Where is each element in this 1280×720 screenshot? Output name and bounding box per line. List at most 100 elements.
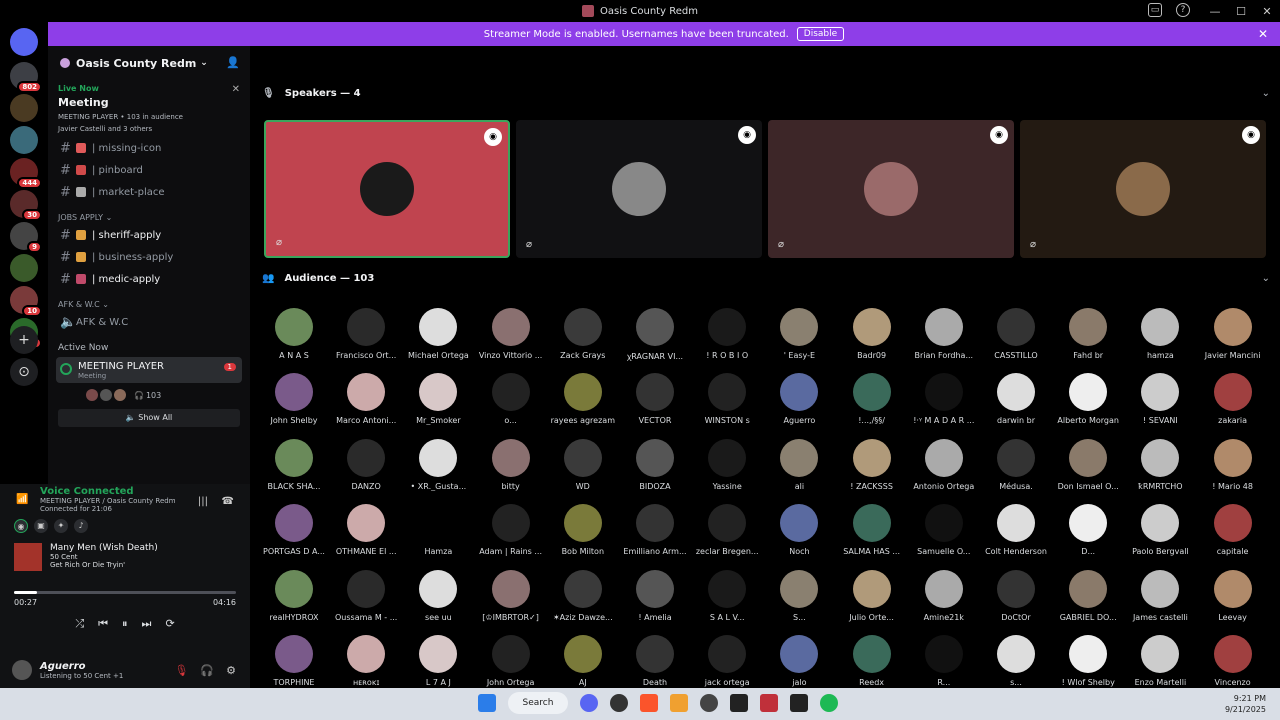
camera-icon[interactable]: ◉ bbox=[1242, 126, 1260, 144]
server-icon[interactable]: 9 bbox=[10, 222, 42, 253]
audience-member[interactable]: Brian Fordha... bbox=[908, 308, 980, 360]
channel-item[interactable]: # | medic-apply bbox=[48, 268, 250, 290]
audience-member[interactable]: ✶Aziz Dawze... bbox=[547, 569, 619, 622]
system-clock[interactable]: 9:21 PM 9/21/2025 bbox=[1225, 693, 1266, 715]
audience-member[interactable]: Michael Ortega bbox=[402, 308, 474, 360]
close-icon[interactable]: ✕ bbox=[232, 84, 240, 95]
audience-member[interactable]: R... bbox=[908, 635, 980, 687]
speaker-tile[interactable]: ◉ ⌀ bbox=[264, 120, 510, 258]
audience-member[interactable]: Fahd br bbox=[1052, 308, 1124, 360]
audience-member[interactable]: Julio Orte... bbox=[836, 569, 908, 622]
app-taskbar-icon[interactable] bbox=[790, 694, 808, 712]
app-taskbar-icon[interactable] bbox=[670, 694, 688, 712]
camera-icon[interactable]: ◉ bbox=[990, 126, 1008, 144]
audience-member[interactable]: • XR._Gusta... bbox=[402, 438, 474, 491]
camera-icon[interactable]: ◉ bbox=[738, 126, 756, 144]
audience-member[interactable]: PORTGAS D A... bbox=[258, 504, 330, 556]
audience-member[interactable]: ! Wlof Shelby bbox=[1052, 635, 1124, 687]
audience-member[interactable]: John Shelby bbox=[258, 373, 330, 425]
audience-member[interactable]: VECTOR bbox=[619, 373, 691, 425]
audience-member[interactable]: Emilliano Arm... bbox=[619, 504, 691, 556]
audience-member[interactable]: Colt Henderson bbox=[980, 504, 1052, 556]
discover-icon[interactable]: ⊙ bbox=[10, 358, 38, 386]
category-jobs-apply[interactable]: JOBS APPLY ⌄ bbox=[48, 203, 250, 224]
audience-member[interactable]: rayees agrezam bbox=[547, 373, 619, 425]
mute-mic-icon[interactable]: 🎙 bbox=[174, 664, 188, 677]
disconnect-icon[interactable]: ☎ bbox=[222, 496, 234, 507]
headphones-icon[interactable]: 🎧 bbox=[200, 664, 214, 677]
audience-member[interactable]: Vinzo Vittorio ... bbox=[475, 308, 547, 360]
audience-member[interactable]: AJ bbox=[547, 635, 619, 687]
audience-member[interactable]: ali bbox=[763, 438, 835, 491]
next-icon[interactable]: ⏭ bbox=[142, 617, 152, 631]
audience-member[interactable]: ʜᴇʀᴏᴋɪ bbox=[330, 635, 402, 687]
app-taskbar-icon[interactable] bbox=[760, 694, 778, 712]
chevron-down-icon[interactable]: ⌄ bbox=[1262, 88, 1270, 99]
audience-member[interactable]: ꭓRAGNAR VI... bbox=[619, 308, 691, 362]
audience-member[interactable]: TORPHINE bbox=[258, 635, 330, 687]
gear-icon[interactable]: ⚙ bbox=[226, 664, 236, 677]
server-icon[interactable] bbox=[10, 254, 38, 282]
audience-member[interactable]: DoCtOr bbox=[980, 569, 1052, 622]
audience-member[interactable]: Vincenzo bbox=[1197, 635, 1269, 687]
server-icon[interactable] bbox=[10, 94, 38, 122]
audience-member[interactable]: [♔IMBRTOR✓] bbox=[475, 569, 547, 622]
channel-item[interactable]: # | missing-icon bbox=[48, 137, 250, 159]
channel-item[interactable]: # | market-place bbox=[48, 181, 250, 203]
audience-member[interactable]: Samuelle O... bbox=[908, 504, 980, 556]
audience-member[interactable]: Paolo Bergvall bbox=[1124, 504, 1196, 556]
chevron-down-icon[interactable]: ⌄ bbox=[1262, 273, 1270, 284]
audience-member[interactable]: GABRIEL DO... bbox=[1052, 569, 1124, 622]
speaker-tile[interactable]: ◉ ⌀ bbox=[516, 120, 762, 258]
audience-member[interactable]: SALMA HAS ... bbox=[836, 504, 908, 556]
audience-member[interactable]: Oussama M - ... bbox=[330, 569, 402, 622]
audience-member[interactable]: Javier Mancini bbox=[1197, 308, 1269, 360]
speaker-tile[interactable]: ◉ ⌀ bbox=[768, 120, 1014, 258]
maximize-button[interactable]: ☐ bbox=[1228, 5, 1254, 18]
audience-member[interactable]: ! Mario 48 bbox=[1197, 438, 1269, 491]
channel-item[interactable]: # | sheriff-apply bbox=[48, 224, 250, 246]
audience-member[interactable]: Alberto Morgan bbox=[1052, 373, 1124, 425]
audience-member[interactable]: s... bbox=[980, 635, 1052, 687]
show-all-button[interactable]: 🔈 Show All bbox=[58, 409, 240, 427]
audience-member[interactable]: o... bbox=[475, 373, 547, 425]
track-progress[interactable] bbox=[14, 591, 236, 594]
audience-member[interactable]: Enzo Martelli bbox=[1124, 635, 1196, 687]
guild-header[interactable]: Oasis County Redm ⌄ 👤 bbox=[48, 46, 250, 80]
discord-taskbar-icon[interactable] bbox=[580, 694, 598, 712]
audience-member[interactable]: A N A S bbox=[258, 308, 330, 360]
audience-member[interactable]: John Ortega bbox=[475, 635, 547, 687]
audience-member[interactable]: ꝁRMRTCHO bbox=[1124, 438, 1196, 491]
speaker-tile[interactable]: ◉ ⌀ bbox=[1020, 120, 1266, 258]
audience-member[interactable]: BLACK SHA... bbox=[258, 438, 330, 491]
soundboard-icon[interactable]: ||| bbox=[198, 496, 208, 507]
audience-member[interactable]: WINSTON ꜱ bbox=[691, 373, 763, 425]
discord-home-icon[interactable] bbox=[10, 28, 38, 56]
audience-member[interactable]: S A L V... bbox=[691, 569, 763, 622]
audience-member[interactable]: S... bbox=[763, 569, 835, 622]
audience-member[interactable]: !...,/§§/ bbox=[836, 373, 908, 425]
voice-channel-afk[interactable]: 🔈 AFK & W.C bbox=[48, 311, 250, 333]
audience-member[interactable]: Death bbox=[619, 635, 691, 687]
add-user-icon[interactable]: 👤 bbox=[226, 56, 240, 69]
activity-icon[interactable]: ✦ bbox=[54, 519, 68, 533]
audience-member[interactable]: Médusa. bbox=[980, 438, 1052, 491]
audience-member[interactable]: Badr09 bbox=[836, 308, 908, 360]
audience-member[interactable]: bitty bbox=[475, 438, 547, 491]
add-server-icon[interactable]: + bbox=[10, 326, 38, 354]
shuffle-icon[interactable]: ⤮ bbox=[75, 617, 84, 631]
audience-member[interactable]: James castelli bbox=[1124, 569, 1196, 622]
audience-member[interactable]: BIDOZA bbox=[619, 438, 691, 491]
server-icon[interactable]: 30 bbox=[10, 190, 42, 221]
audience-member[interactable]: zeclar Bregen... bbox=[691, 504, 763, 556]
spotify-taskbar-icon[interactable] bbox=[820, 694, 838, 712]
audience-member[interactable]: Reedx bbox=[836, 635, 908, 687]
audience-member[interactable]: ! R O B I O bbox=[691, 308, 763, 360]
audience-member[interactable]: zakaria bbox=[1197, 373, 1269, 425]
server-icon[interactable]: 10 bbox=[10, 286, 42, 317]
audience-member[interactable]: L 7 A J bbox=[402, 635, 474, 687]
audience-member[interactable]: CASSTILLO bbox=[980, 308, 1052, 360]
voice-connected-label[interactable]: Voice Connected bbox=[40, 486, 240, 497]
app-taskbar-icon[interactable] bbox=[610, 694, 628, 712]
audience-member[interactable]: Francisco Ort... bbox=[330, 308, 402, 360]
